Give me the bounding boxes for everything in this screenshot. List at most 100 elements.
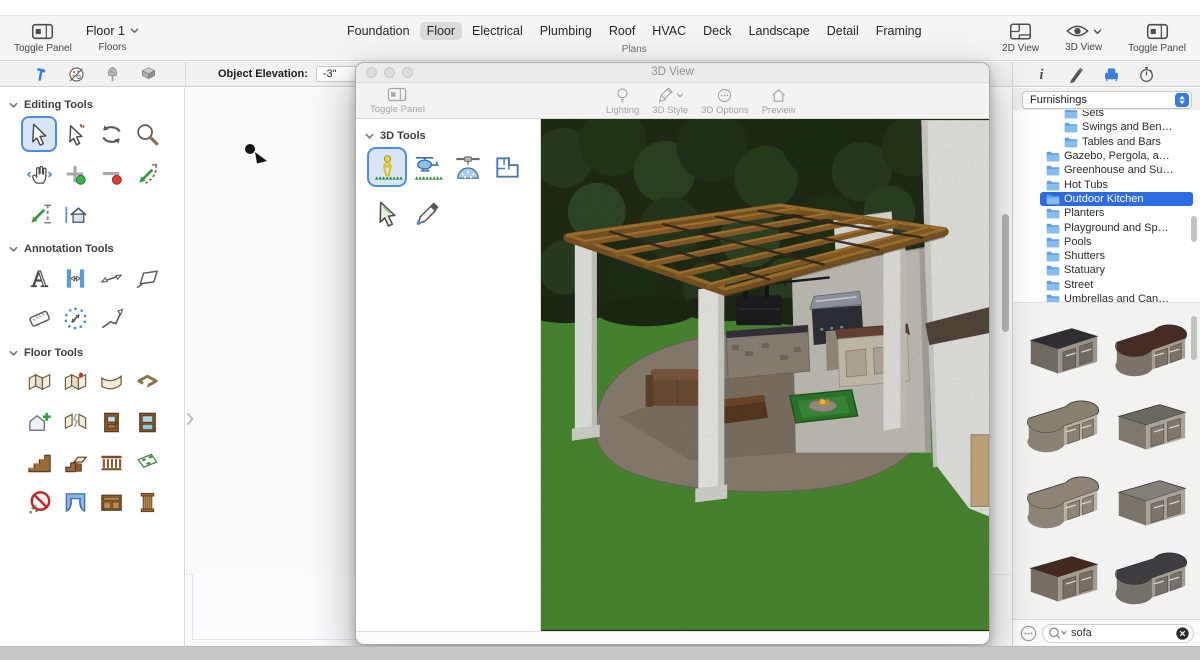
category-tables-and-bars[interactable]: Tables and Bars [1040, 135, 1193, 149]
category-umbrellas-and-can[interactable]: Umbrellas and Can… [1040, 292, 1193, 302]
text-label-tool[interactable]: A [21, 260, 57, 296]
lighting-button[interactable]: Lighting [606, 87, 639, 116]
cursor-tool[interactable] [21, 116, 57, 152]
model-thumbnail-outdoor-kitchen-2[interactable] [1109, 313, 1193, 373]
model-thumbnail-outdoor-kitchen-3[interactable] [1021, 389, 1105, 449]
pan-tool[interactable] [21, 156, 57, 192]
search-options-button[interactable] [1020, 625, 1037, 642]
palette-mode-button[interactable] [67, 65, 86, 84]
thumbnail-scrollbar[interactable] [1191, 316, 1197, 360]
model-thumbnail-outdoor-kitchen-7[interactable] [1021, 541, 1105, 601]
tab-roof[interactable]: Roof [602, 22, 642, 40]
dimension-active-tool[interactable] [57, 260, 93, 296]
plan-mode-tool[interactable] [487, 147, 527, 187]
measure-arc-tool[interactable] [129, 156, 165, 192]
3d-style-button[interactable]: 3D Style [652, 87, 688, 116]
category-statuary[interactable]: Statuary [1040, 263, 1193, 277]
elevation-house-tool[interactable] [57, 196, 93, 232]
opening-tool[interactable] [129, 444, 165, 480]
dimension-tool[interactable] [93, 260, 129, 296]
scale-dots-tool[interactable] [57, 300, 93, 336]
split-wall-tool[interactable] [57, 404, 93, 440]
minimize-window-button[interactable] [384, 67, 395, 78]
window-titlebar[interactable]: 3D View [356, 63, 989, 83]
section-header-editing-tools[interactable]: Editing Tools [0, 88, 184, 116]
toggle-panel-button-left[interactable]: Toggle Panel [14, 23, 72, 54]
category-swings-and-ben[interactable]: Swings and Ben… [1040, 120, 1193, 134]
railing-tool[interactable] [93, 444, 129, 480]
cursor-3d-tool[interactable] [367, 193, 407, 233]
eyedropper-tool[interactable] [407, 193, 447, 233]
window-tool[interactable] [129, 404, 165, 440]
close-window-button[interactable] [366, 67, 377, 78]
category-playground-and-sp[interactable]: Playground and Sp… [1040, 220, 1193, 234]
info-mode-button[interactable]: i [1032, 65, 1051, 84]
model-thumbnail-outdoor-kitchen-1[interactable] [1021, 313, 1105, 373]
measure-line-tool[interactable] [21, 196, 57, 232]
section-header-annotation-tools[interactable]: Annotation Tools [0, 232, 184, 260]
tab-landscape[interactable]: Landscape [742, 22, 817, 40]
cabinet-tool[interactable] [93, 484, 129, 520]
door-tool[interactable] [93, 404, 129, 440]
model-thumbnail-outdoor-kitchen-5[interactable] [1021, 465, 1105, 525]
section-header-floor-tools[interactable]: Floor Tools [0, 336, 184, 364]
2d-view-button[interactable]: 2D View [1002, 23, 1039, 54]
library-collection-select[interactable]: Furnishings [1022, 91, 1192, 109]
tab-hvac[interactable]: HVAC [645, 22, 693, 40]
clear-search-button[interactable] [1176, 627, 1189, 640]
model-thumbnail-outdoor-kitchen-4[interactable] [1109, 389, 1193, 449]
camera-marker[interactable] [243, 142, 271, 166]
category-sets[interactable]: Sets [1040, 110, 1193, 120]
zoom-window-button[interactable] [402, 67, 413, 78]
3d-viewport[interactable] [541, 119, 989, 631]
add-room-tool[interactable] [21, 404, 57, 440]
landscape-tree-mode-button[interactable] [103, 65, 122, 84]
category-scrollbar[interactable] [1191, 216, 1197, 242]
curved-wall-tool[interactable] [93, 364, 129, 400]
tab-foundation[interactable]: Foundation [340, 22, 417, 40]
viewer-toggle-panel-button[interactable]: Toggle Panel [370, 87, 425, 115]
fly-helicopter-tool[interactable] [407, 147, 447, 187]
tab-plumbing[interactable]: Plumbing [533, 22, 599, 40]
tab-deck[interactable]: Deck [696, 22, 738, 40]
room-tool[interactable] [129, 364, 165, 400]
category-shutters[interactable]: Shutters [1040, 249, 1193, 263]
stairs-landing-tool[interactable] [57, 444, 93, 480]
3d-view-button[interactable]: 3D View [1065, 23, 1102, 54]
wall-draw-tool[interactable] [57, 364, 93, 400]
category-street[interactable]: Street [1040, 278, 1193, 292]
library-search-input[interactable]: sofa [1042, 624, 1194, 643]
model-thumbnail-outdoor-kitchen-8[interactable] [1109, 541, 1193, 601]
walk-tool[interactable] [367, 147, 407, 187]
floor-selector[interactable]: Floor 1 Floors [86, 24, 139, 53]
wall-tool[interactable] [21, 364, 57, 400]
category-gazebo-pergola-a[interactable]: Gazebo, Pergola, a… [1040, 149, 1193, 163]
preview-button[interactable]: Preview [762, 87, 796, 116]
category-pools[interactable]: Pools [1040, 235, 1193, 249]
panel-collapse-handle[interactable] [186, 412, 194, 426]
category-planters[interactable]: Planters [1040, 206, 1193, 220]
3d-options-button[interactable]: 3D Options [701, 87, 749, 116]
history-timer-mode-button[interactable] [1137, 65, 1156, 84]
tab-floor[interactable]: Floor [420, 22, 462, 40]
stairs-tool[interactable] [21, 444, 57, 480]
add-point-tool[interactable] [57, 156, 93, 192]
stamp-tool[interactable] [21, 300, 57, 336]
category-greenhouse-and-su[interactable]: Greenhouse and Su… [1040, 163, 1193, 177]
cursor-objects-tool[interactable] [57, 116, 93, 152]
tab-electrical[interactable]: Electrical [465, 22, 530, 40]
annotate-pen-mode-button[interactable] [1067, 65, 1086, 84]
leader-arrow-tool[interactable] [93, 300, 129, 336]
category-outdoor-kitchen[interactable]: Outdoor Kitchen [1040, 192, 1193, 206]
model-thumbnail-outdoor-kitchen-6[interactable] [1109, 465, 1193, 525]
hammer-tools-mode-button[interactable] [31, 65, 50, 84]
toggle-panel-button-right[interactable]: Toggle Panel [1128, 23, 1186, 54]
niche-tool[interactable] [57, 484, 93, 520]
no-floor-tool[interactable] [21, 484, 57, 520]
tab-detail[interactable]: Detail [820, 22, 866, 40]
area-annotation-tool[interactable] [129, 260, 165, 296]
category-hot-tubs[interactable]: Hot Tubs [1040, 177, 1193, 191]
orbit-satellite-tool[interactable] [447, 147, 487, 187]
zoom-tool[interactable] [129, 116, 165, 152]
3d-tools-section-header[interactable]: 3D Tools [356, 119, 540, 147]
